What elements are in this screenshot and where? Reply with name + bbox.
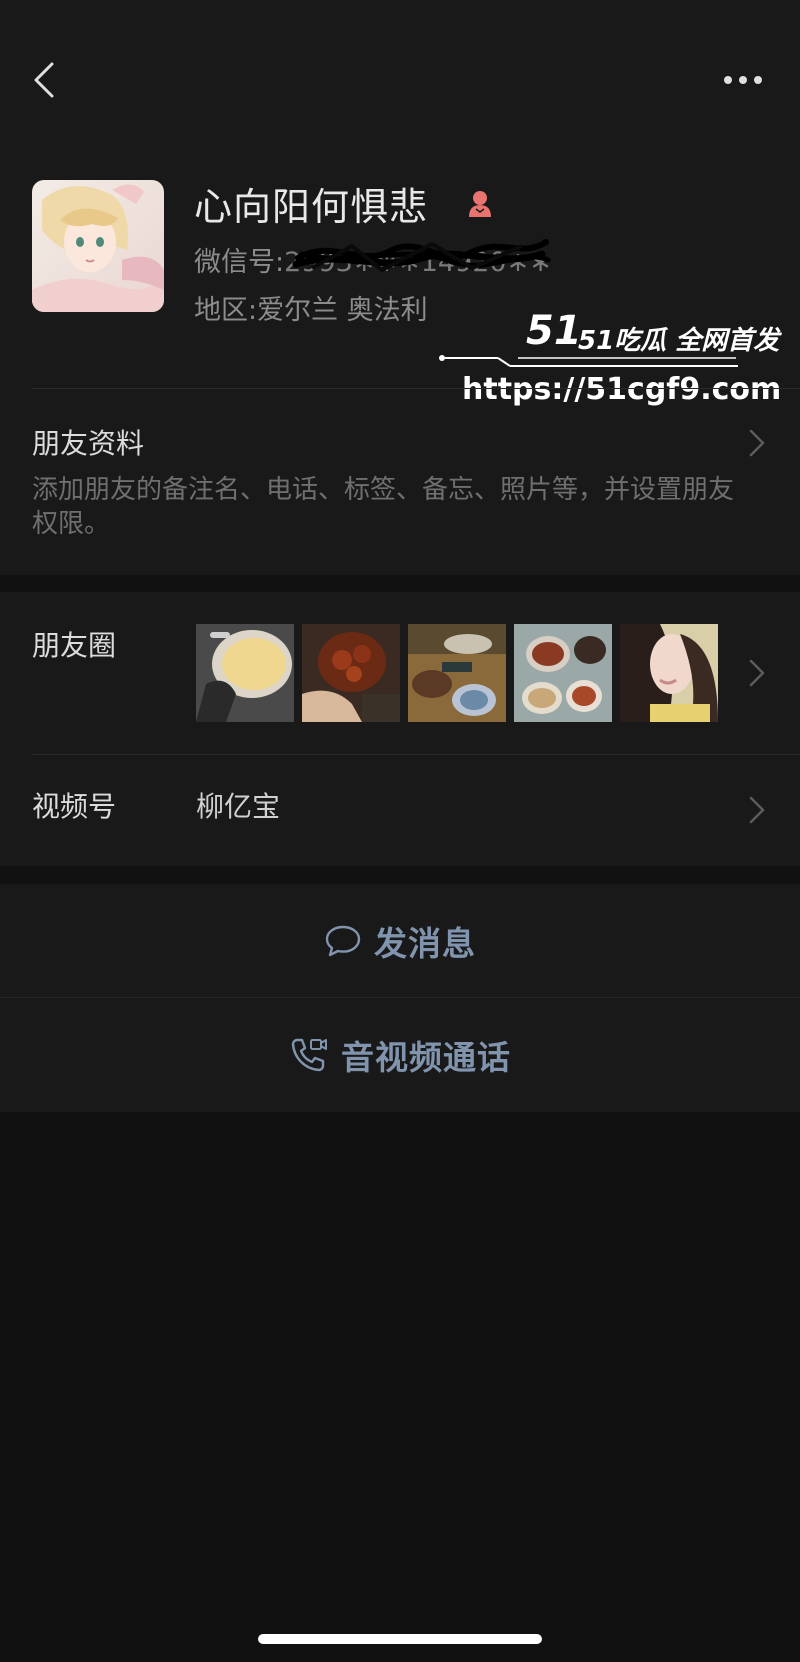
moments-title: 朋友圈	[32, 629, 117, 662]
pudding-photo	[196, 624, 294, 722]
more-dots-icon	[724, 76, 762, 84]
chevron-right-icon	[749, 429, 765, 457]
selfie-photo	[620, 624, 718, 722]
back-button[interactable]	[28, 58, 60, 102]
restaurant-table-photo	[408, 624, 506, 722]
moments-thumbnail	[620, 624, 718, 722]
profile-name: 心向阳何惧悲	[194, 185, 429, 229]
moments-channels-section: 朋友圈 视频号 柳亿宝	[0, 592, 800, 866]
voice-video-call-label: 音视频通话	[341, 1037, 511, 1077]
phone-video-icon	[291, 1038, 327, 1071]
home-indicator[interactable]	[258, 1634, 542, 1644]
chevron-right-icon	[749, 659, 765, 687]
dishes-spread-photo	[514, 624, 612, 722]
avatar[interactable]	[32, 180, 164, 312]
divider	[32, 388, 800, 389]
svg-text:51: 51	[526, 308, 582, 350]
avatar-image	[32, 180, 164, 312]
moments-row[interactable]: 朋友圈	[0, 592, 800, 754]
friend-info-row[interactable]: 朋友资料 添加朋友的备注名、电话、标签、备忘、照片等，并设置朋友权限。	[0, 390, 800, 575]
chat-bubble-icon	[325, 925, 361, 956]
chevron-right-icon	[749, 796, 765, 824]
channels-value: 柳亿宝	[196, 790, 281, 823]
channels-title: 视频号	[32, 790, 117, 823]
actions-section: 发消息 音视频通话	[0, 884, 800, 1112]
profile-header-section: 心向阳何惧悲 微信号:2993∗∗∗14920∗∗ 地区:爱尔兰 奥法利 51 …	[0, 0, 800, 575]
friend-info-description: 添加朋友的备注名、电话、标签、备忘、照片等，并设置朋友权限。	[32, 475, 735, 539]
braised-meat-photo	[302, 624, 400, 722]
moments-thumbnail	[302, 624, 400, 722]
contact-profile-screen: 心向阳何惧悲 微信号:2993∗∗∗14920∗∗ 地区:爱尔兰 奥法利 51 …	[0, 0, 800, 1662]
region-line: 地区:爱尔兰 奥法利	[194, 295, 428, 326]
channels-row[interactable]: 视频号 柳亿宝	[0, 754, 800, 866]
moments-thumbnail	[408, 624, 506, 722]
send-message-label: 发消息	[374, 923, 476, 963]
send-message-button[interactable]: 发消息	[0, 884, 800, 997]
moments-thumbnail	[196, 624, 294, 722]
redaction-scribble	[292, 239, 551, 272]
chevron-left-icon	[34, 62, 54, 98]
voice-video-call-button[interactable]: 音视频通话	[0, 998, 800, 1111]
wechat-id-label: 微信号:	[194, 247, 285, 278]
more-options-button[interactable]	[718, 66, 768, 94]
female-icon	[469, 191, 491, 217]
friend-info-title: 朋友资料	[32, 427, 145, 460]
moments-thumbnail	[514, 624, 612, 722]
